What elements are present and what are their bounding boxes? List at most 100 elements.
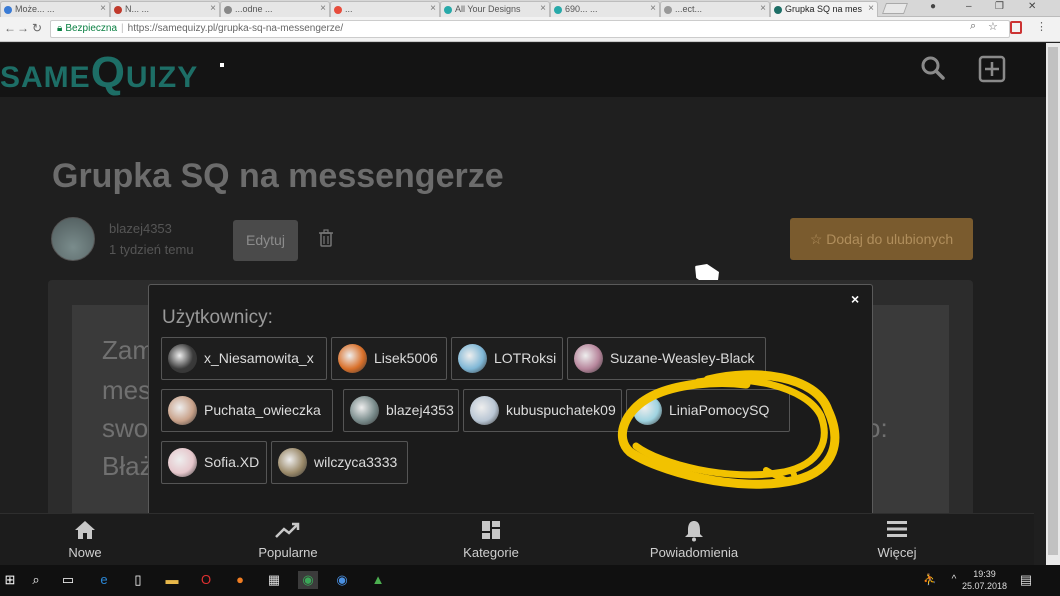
account-icon[interactable]: ●: [930, 1, 936, 12]
user-avatar: [574, 344, 603, 373]
plus-square-icon[interactable]: [978, 55, 1006, 90]
post-text-line: Błaż: [102, 451, 153, 481]
opera-icon[interactable]: O: [196, 571, 216, 589]
user-name: LOTRoksi: [494, 350, 557, 366]
tab-close-icon[interactable]: ×: [868, 3, 874, 14]
search-icon[interactable]: ⌕: [26, 571, 46, 589]
url-separator: |: [121, 23, 124, 34]
tab-close-icon[interactable]: ×: [100, 3, 106, 14]
lock-icon: 🔒︎: [57, 23, 63, 34]
tab-close-icon[interactable]: ×: [650, 3, 656, 14]
site-logo[interactable]: SAMEQUIZY: [0, 48, 198, 98]
reload-icon[interactable]: ↻: [32, 21, 42, 35]
user-avatar: [470, 396, 499, 425]
tab-close-icon[interactable]: ×: [540, 3, 546, 14]
white-dot: [220, 63, 224, 67]
tab-close-icon[interactable]: ×: [320, 3, 326, 14]
home-icon: [25, 520, 145, 542]
minimize-icon[interactable]: –: [966, 1, 972, 12]
restore-icon[interactable]: ❐: [995, 1, 1004, 12]
store-icon[interactable]: ▦: [264, 571, 284, 589]
page-title: Grupka SQ na messengerze: [52, 157, 504, 195]
url-input[interactable]: 🔒︎ Bezpieczna | https://samequizy.pl/grupka…: [50, 20, 1010, 38]
tab-close-icon[interactable]: ×: [760, 3, 766, 14]
search-icon[interactable]: [920, 55, 946, 88]
windows-start-icon[interactable]: ⊞: [0, 571, 20, 589]
user-name: kubuspuchatek09: [506, 402, 616, 418]
user-avatar: [168, 448, 197, 477]
app-icon[interactable]: ▲: [368, 571, 388, 589]
user-name: x_Niesamowita_x: [204, 350, 314, 366]
favorite-label: Dodaj do ulubionych: [826, 231, 954, 247]
chrome-icon[interactable]: ◉: [298, 571, 318, 589]
author-name[interactable]: blazej4353: [109, 221, 172, 236]
browser-tab[interactable]: Może... ... ×: [0, 1, 110, 17]
people-icon[interactable]: ⛹: [920, 571, 940, 589]
page-viewport: SAMEQUIZY Grupka SQ na messengerze blaze…: [0, 43, 1046, 565]
nav-item-nowe[interactable]: Nowe: [25, 514, 145, 560]
firefox-icon[interactable]: ●: [230, 571, 250, 589]
forward-icon[interactable]: →: [17, 21, 29, 35]
user-chip[interactable]: Puchata_owieczka: [161, 389, 333, 432]
back-icon[interactable]: ←: [4, 21, 16, 35]
tab-favicon-icon: [664, 6, 672, 14]
tab-label: All Your Designs: [455, 4, 521, 14]
file-icon[interactable]: ▯: [128, 571, 148, 589]
menu-icon: [837, 520, 957, 542]
browser-tab[interactable]: N... ... ×: [110, 1, 220, 17]
tab-close-icon[interactable]: ×: [210, 3, 216, 14]
folder-icon[interactable]: ▬: [162, 571, 182, 589]
url-text: https://samequizy.pl/grupka-sq-na-messen…: [127, 23, 344, 34]
browser-tab-strip: Może... ... × N... ... × ...odne ... × ... ×…: [0, 0, 1060, 17]
user-chip[interactable]: blazej4353: [343, 389, 459, 432]
nav-item-powiadomienia[interactable]: Powiadomienia: [634, 514, 754, 560]
chrome-alt-icon[interactable]: ◉: [332, 571, 352, 589]
nav-item-kategorie[interactable]: Kategorie: [431, 514, 551, 560]
tab-label: ...ect...: [675, 4, 703, 14]
notification-icon[interactable]: ▤: [1016, 571, 1036, 589]
tab-label: ...: [345, 4, 353, 14]
browser-menu-icon[interactable]: ⋮: [1036, 20, 1047, 33]
tab-favicon-icon: [224, 6, 232, 14]
add-favorite-button[interactable]: ☆ Dodaj do ulubionych: [790, 218, 973, 260]
tab-favicon-icon: [444, 6, 452, 14]
browser-tab[interactable]: ...ect... ×: [660, 1, 770, 17]
close-icon[interactable]: ×: [851, 291, 859, 307]
browser-tab-active[interactable]: Grupka SQ na mes ×: [770, 1, 878, 17]
taskbar-clock[interactable]: 19:39 25.07.2018: [962, 568, 1007, 592]
nav-item-wiecej[interactable]: Więcej: [837, 514, 957, 560]
user-name: blazej4353: [386, 402, 454, 418]
zoom-icon[interactable]: ⌕: [970, 20, 976, 33]
tab-close-icon[interactable]: ×: [430, 3, 436, 14]
browser-tab[interactable]: ...odne ... ×: [220, 1, 330, 17]
task-view-icon[interactable]: ▭: [58, 571, 78, 589]
browser-tab[interactable]: All Your Designs ×: [440, 1, 550, 17]
page-scrollbar[interactable]: [1046, 43, 1060, 565]
bottom-nav: Nowe Popularne Kategorie Powiadomienia W…: [0, 513, 1034, 565]
new-tab-button[interactable]: [881, 3, 909, 14]
author-avatar[interactable]: [51, 217, 95, 261]
bookmark-star-icon[interactable]: ☆: [988, 20, 998, 33]
tab-favicon-icon: [4, 6, 12, 14]
user-chip[interactable]: Sofia.XD: [161, 441, 267, 484]
user-chip[interactable]: Lisek5006: [331, 337, 447, 380]
extension-icon[interactable]: [1010, 21, 1022, 34]
trash-icon[interactable]: [318, 229, 336, 249]
browser-tab[interactable]: ... ×: [330, 1, 440, 17]
user-name: Sofia.XD: [204, 454, 260, 470]
scrollbar-thumb[interactable]: [1048, 47, 1058, 555]
tray-arrow-icon[interactable]: ^: [944, 571, 964, 589]
post-text-line: Zam: [102, 335, 154, 365]
browser-tab[interactable]: 690... ... ×: [550, 1, 660, 17]
bell-icon: [634, 520, 754, 542]
tab-favicon-icon: [554, 6, 562, 14]
user-chip[interactable]: kubuspuchatek09: [463, 389, 622, 432]
user-chip[interactable]: LOTRoksi: [451, 337, 563, 380]
user-chip[interactable]: x_Niesamowita_x: [161, 337, 327, 380]
edit-button[interactable]: Edytuj: [233, 220, 298, 261]
tab-label: Może... ...: [15, 4, 55, 14]
edge-icon[interactable]: e: [94, 571, 114, 589]
nav-item-popularne[interactable]: Popularne: [228, 514, 348, 560]
window-close-icon[interactable]: ✕: [1028, 1, 1036, 12]
user-chip[interactable]: wilczyca3333: [271, 441, 408, 484]
